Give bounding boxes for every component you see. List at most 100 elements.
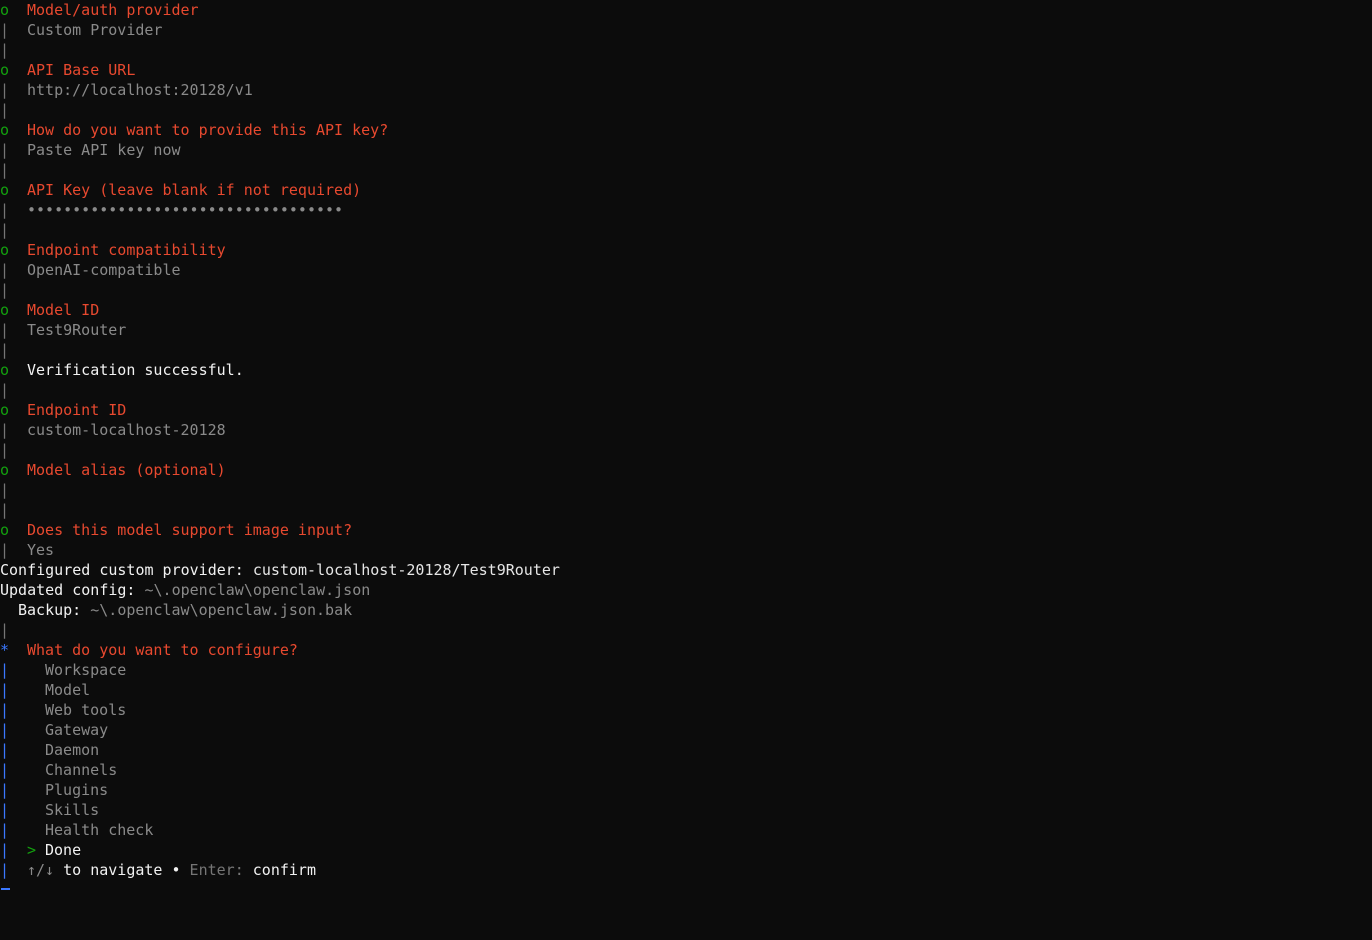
step-header: o Does this model support image input?	[0, 520, 1372, 540]
step-header: o Model alias (optional)	[0, 460, 1372, 480]
spacer-row: |	[0, 380, 1372, 400]
vertical-bar: |	[0, 141, 10, 159]
menu-option-label: Done	[45, 841, 82, 859]
step-answer-row: | Yes	[0, 540, 1372, 560]
step-header: o API Key (leave blank if not required)	[0, 180, 1372, 200]
done-marker: o	[0, 301, 10, 319]
backup-path: ~\.openclaw\openclaw.json.bak	[90, 601, 353, 619]
verification-row: o Verification successful.	[0, 360, 1372, 380]
menu-question-row: * What do you want to configure?	[0, 640, 1372, 660]
step-label: Model alias (optional)	[27, 461, 226, 479]
vertical-bar: |	[0, 501, 10, 519]
backup-summary: Backup: ~\.openclaw\openclaw.json.bak	[0, 600, 1372, 620]
vertical-bar: |	[0, 41, 10, 59]
step-header: o Endpoint ID	[0, 400, 1372, 420]
menu-option-gateway[interactable]: | Gateway	[0, 720, 1372, 740]
vertical-bar: |	[0, 441, 10, 459]
step-answer: Test9Router	[27, 321, 127, 339]
menu-option-model[interactable]: | Model	[0, 680, 1372, 700]
verification-message: Verification successful.	[27, 361, 244, 379]
step-label: Model ID	[27, 301, 100, 319]
menu-option-label: Web tools	[45, 701, 127, 719]
vertical-bar: |	[0, 541, 10, 559]
done-marker: o	[0, 361, 10, 379]
step-answer-row: |	[0, 480, 1372, 500]
vertical-bar: |	[0, 381, 10, 399]
menu-option-channels[interactable]: | Channels	[0, 760, 1372, 780]
step-label: Endpoint compatibility	[27, 241, 226, 259]
menu-option-label: Daemon	[45, 741, 100, 759]
selection-pointer-icon: >	[27, 841, 37, 859]
backup-prefix: Backup:	[18, 601, 91, 619]
step-answer: Custom Provider	[27, 21, 163, 39]
step-answer-row: | •••••••••••••••••••••••••••••••••••	[0, 200, 1372, 220]
hint-confirm: confirm	[252, 861, 316, 879]
vertical-bar: |	[0, 781, 10, 799]
step-header: o Endpoint compatibility	[0, 240, 1372, 260]
done-marker: o	[0, 121, 10, 139]
bullet-separator: •	[171, 861, 181, 879]
step-label: Does this model support image input?	[27, 521, 353, 539]
spacer-row: |	[0, 40, 1372, 60]
step-label: Endpoint ID	[27, 401, 127, 419]
vertical-bar: |	[0, 321, 10, 339]
vertical-bar: |	[0, 341, 10, 359]
menu-option-web-tools[interactable]: | Web tools	[0, 700, 1372, 720]
vertical-bar: |	[0, 261, 10, 279]
terminal-cursor	[1, 888, 10, 890]
vertical-bar: |	[0, 101, 10, 119]
active-marker: *	[0, 641, 10, 659]
configured-prefix: Configured custom provider:	[0, 561, 253, 579]
menu-option-skills[interactable]: | Skills	[0, 800, 1372, 820]
menu-option-workspace[interactable]: | Workspace	[0, 660, 1372, 680]
menu-option-health-check[interactable]: | Health check	[0, 820, 1372, 840]
vertical-bar: |	[0, 221, 10, 239]
step-label: API Key (leave blank if not required)	[27, 181, 362, 199]
hint-navigate: to navigate	[54, 861, 172, 879]
spacer-row: |	[0, 100, 1372, 120]
menu-option-label: Health check	[45, 821, 154, 839]
terminal-output: o Model/auth provider | Custom Provider …	[0, 0, 1372, 880]
step-header: o API Base URL	[0, 60, 1372, 80]
step-answer-row: | Test9Router	[0, 320, 1372, 340]
vertical-bar: |	[0, 821, 10, 839]
step-answer: OpenAI-compatible	[27, 261, 181, 279]
step-answer-row: | custom-localhost-20128	[0, 420, 1372, 440]
masked-api-key: •••••••••••••••••••••••••••••••••••	[27, 201, 344, 219]
vertical-bar: |	[0, 841, 10, 859]
step-answer-row: | OpenAI-compatible	[0, 260, 1372, 280]
menu-option-done[interactable]: | > Done	[0, 840, 1372, 860]
step-label: How do you want to provide this API key?	[27, 121, 389, 139]
spacer-row: |	[0, 620, 1372, 640]
step-answer-row: | http://localhost:20128/v1	[0, 80, 1372, 100]
updated-prefix: Updated config:	[0, 581, 145, 599]
step-label: API Base URL	[27, 61, 136, 79]
spacer-row: |	[0, 340, 1372, 360]
vertical-bar: |	[0, 661, 10, 679]
step-header: o How do you want to provide this API ke…	[0, 120, 1372, 140]
arrow-keys-icon: ↑/↓	[27, 861, 55, 879]
vertical-bar: |	[0, 161, 10, 179]
hint-enter: Enter:	[180, 861, 253, 879]
vertical-bar: |	[0, 761, 10, 779]
vertical-bar: |	[0, 721, 10, 739]
spacer-row: |	[0, 280, 1372, 300]
menu-option-label: Model	[45, 681, 91, 699]
menu-option-daemon[interactable]: | Daemon	[0, 740, 1372, 760]
configured-summary: Configured custom provider: custom-local…	[0, 560, 1372, 580]
vertical-bar: |	[0, 21, 10, 39]
spacer-row: |	[0, 440, 1372, 460]
updated-config-summary: Updated config: ~\.openclaw\openclaw.jso…	[0, 580, 1372, 600]
vertical-bar: |	[0, 741, 10, 759]
step-answer: custom-localhost-20128	[27, 421, 226, 439]
step-answer: Paste API key now	[27, 141, 181, 159]
navigation-hint: | ↑/↓ to navigate • Enter: confirm	[0, 860, 1372, 880]
menu-option-plugins[interactable]: | Plugins	[0, 780, 1372, 800]
step-answer: http://localhost:20128/v1	[27, 81, 253, 99]
menu-option-label: Workspace	[45, 661, 127, 679]
menu-option-label: Plugins	[45, 781, 109, 799]
spacer-row: |	[0, 500, 1372, 520]
done-marker: o	[0, 461, 10, 479]
vertical-bar: |	[0, 801, 10, 819]
done-marker: o	[0, 61, 10, 79]
